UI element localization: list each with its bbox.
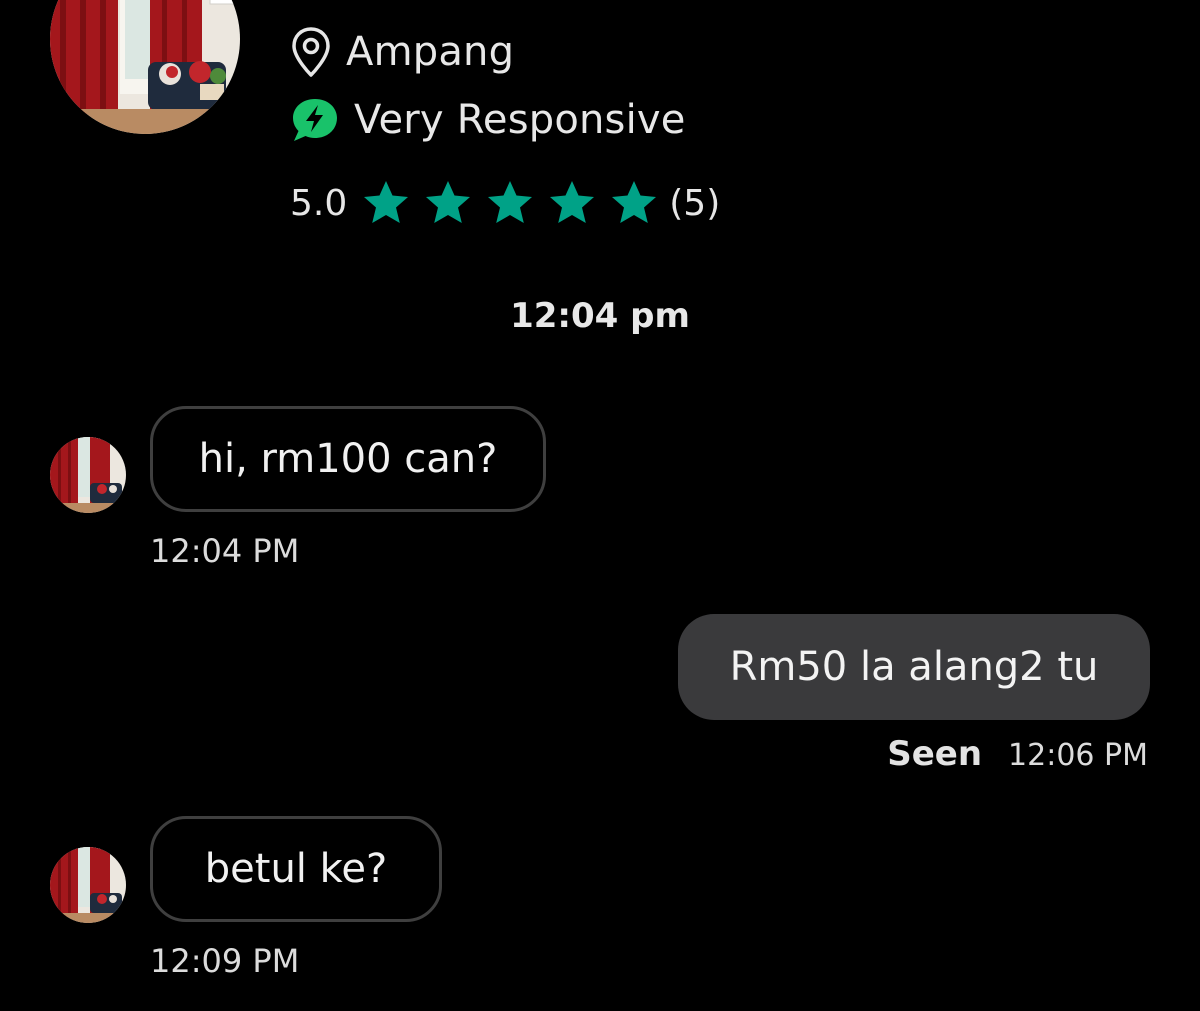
map-pin-icon <box>290 26 332 78</box>
rating-row[interactable]: 5.0 (5) <box>290 172 720 234</box>
location-label: Ampang <box>346 29 515 75</box>
message-status-row: Seen 12:06 PM <box>887 734 1148 774</box>
star-icon <box>364 181 409 223</box>
star-icon <box>612 181 657 223</box>
star-icon <box>426 181 471 223</box>
sender-avatar[interactable] <box>50 437 126 513</box>
message-text: Rm50 la alang2 tu <box>729 644 1099 690</box>
message-timestamp: 12:04 PM <box>150 532 300 570</box>
message-bubble-incoming[interactable]: betul ke? <box>150 816 442 922</box>
location-row: Ampang <box>290 22 514 82</box>
message-bubble-outgoing[interactable]: Rm50 la alang2 tu <box>678 614 1150 720</box>
star-icon <box>488 181 533 223</box>
rating-stars <box>361 178 669 228</box>
lightning-bolt-icon <box>290 97 340 143</box>
message-text: hi, rm100 can? <box>198 436 498 482</box>
message-text: betul ke? <box>204 846 388 892</box>
responsiveness-label: Very Responsive <box>354 97 686 143</box>
message-timestamp: 12:09 PM <box>150 942 300 980</box>
responsiveness-row: Very Responsive <box>290 92 686 148</box>
chat-date-divider: 12:04 pm <box>510 296 690 336</box>
seen-status: Seen <box>887 734 983 774</box>
rating-value: 5.0 <box>290 182 348 224</box>
rating-count: (5) <box>669 182 721 224</box>
sender-avatar[interactable] <box>50 847 126 923</box>
message-timestamp: 12:06 PM <box>1008 738 1148 773</box>
message-bubble-incoming[interactable]: hi, rm100 can? <box>150 406 546 512</box>
star-icon <box>550 181 595 223</box>
seller-avatar[interactable] <box>50 0 240 134</box>
